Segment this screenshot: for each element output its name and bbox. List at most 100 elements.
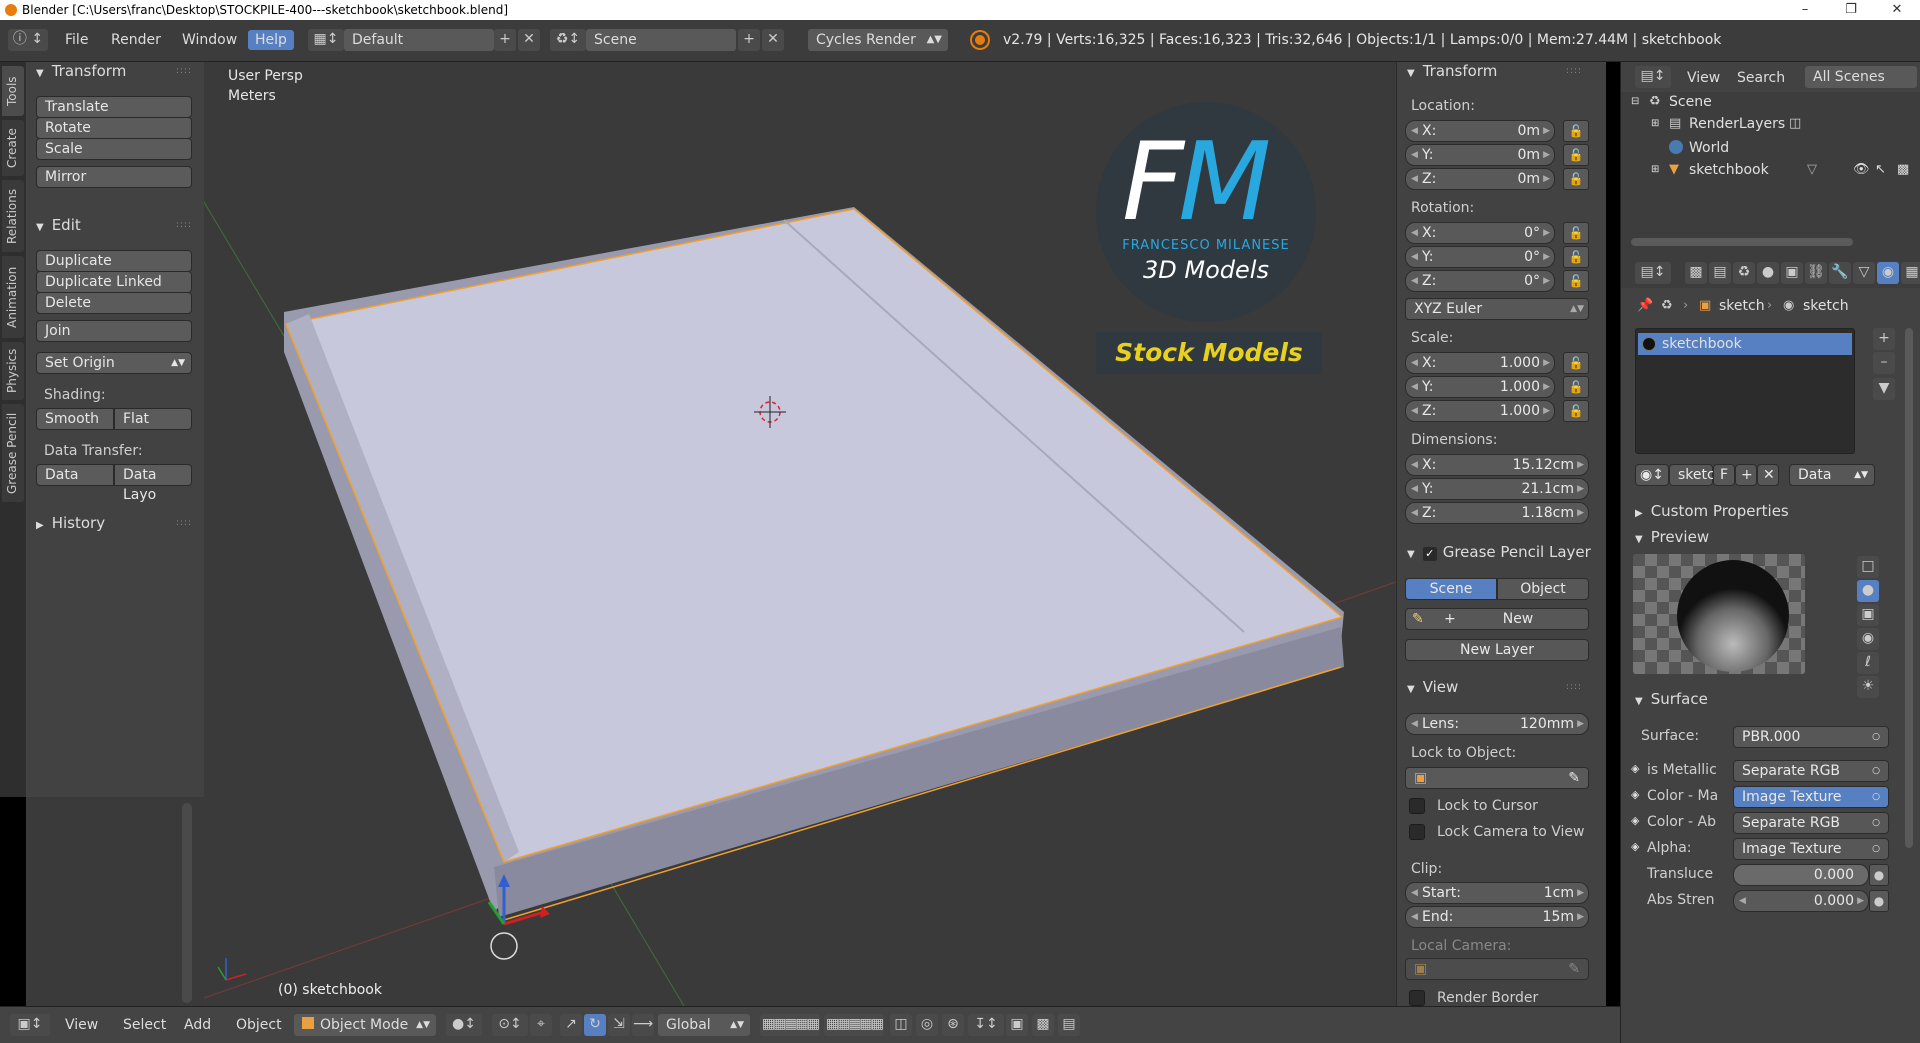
scene-icon[interactable]: ♻↕ <box>550 29 586 51</box>
scale-y-field[interactable]: ◀ Y: 1.000 ▶ <box>1405 376 1555 398</box>
outliner-editor-icon[interactable]: ▤↕ <box>1635 66 1671 88</box>
decrement-arrow-icon[interactable]: ◀ <box>1411 455 1418 475</box>
n-transform-header[interactable]: ▼ Transform <box>1407 62 1497 80</box>
eyedropper-icon[interactable]: ✎ <box>1568 768 1580 788</box>
data-transfer-button[interactable]: Data <box>36 464 114 486</box>
menu-file[interactable]: File <box>65 32 88 48</box>
proportional-edit-icon[interactable]: ◎ <box>916 1014 938 1036</box>
snap-element-icon[interactable]: ↧↕ <box>968 1014 1004 1036</box>
increment-arrow-icon[interactable]: ▶ <box>1577 455 1584 475</box>
increment-arrow-icon[interactable]: ▶ <box>1543 377 1550 397</box>
menu-object[interactable]: Object <box>236 1017 282 1033</box>
breadcrumb-object[interactable]: sketch <box>1719 298 1765 314</box>
panel-grip-icon[interactable]: :::: <box>1566 682 1582 692</box>
add-scene-icon[interactable]: + <box>738 29 760 51</box>
new-material-icon[interactable]: + <box>1735 464 1757 486</box>
increment-arrow-icon[interactable]: ▶ <box>1543 271 1550 291</box>
link-socket-icon[interactable]: ● <box>1869 864 1889 886</box>
screen-layout-icon[interactable]: ▦↕ <box>308 29 344 51</box>
rotation-mode-select[interactable]: XYZ Euler ▲▼ <box>1405 298 1589 320</box>
transform-panel-header[interactable]: ▼ Transform <box>36 62 126 80</box>
flat-button[interactable]: Flat <box>114 408 192 430</box>
properties-editor-icon[interactable]: ▤↕ <box>1635 262 1671 284</box>
scale-x-field[interactable]: ◀ X: 1.000 ▶ <box>1405 352 1555 374</box>
tab-physics[interactable]: Physics <box>2 342 24 400</box>
maximize-button[interactable]: ❐ <box>1828 0 1874 20</box>
decrement-arrow-icon[interactable]: ◀ <box>1411 883 1418 903</box>
dimensions-y-field[interactable]: ◀ Y: 21.1cm ▶ <box>1405 478 1589 500</box>
material-browse-icon[interactable]: ◉↕ <box>1635 464 1669 486</box>
location-x-field[interactable]: ◀ X: 0m ▶ <box>1405 120 1555 142</box>
grease-pencil-header[interactable]: ▼ ✓ Grease Pencil Layer <box>1407 543 1591 561</box>
fake-user-button[interactable]: F <box>1713 464 1735 486</box>
render-layers-tab-icon[interactable]: ▤ <box>1709 262 1731 284</box>
snap-icon[interactable]: ⊛ <box>942 1014 964 1036</box>
increment-arrow-icon[interactable]: ▶ <box>1577 907 1584 927</box>
decrement-arrow-icon[interactable]: ◀ <box>1411 169 1418 189</box>
outliner-filter-select[interactable]: All Scenes <box>1805 66 1917 88</box>
lock-to-cursor-checkbox[interactable] <box>1409 798 1425 814</box>
lock-icon[interactable]: 🔓 <box>1563 400 1589 422</box>
preview-sky-icon[interactable]: ☀ <box>1857 676 1879 698</box>
lock-to-object-field[interactable]: ▣ ✎ <box>1405 767 1589 789</box>
link-socket-icon[interactable]: ● <box>1869 890 1889 912</box>
expand-input-icon[interactable]: ◈ <box>1631 762 1639 775</box>
input-link-color-ab[interactable]: Separate RGB ○ <box>1733 812 1889 834</box>
increment-arrow-icon[interactable]: ▶ <box>1543 145 1550 165</box>
menu-select[interactable]: Select <box>123 1017 166 1033</box>
preview-flat-icon[interactable]: □ <box>1857 556 1879 578</box>
tab-animation[interactable]: Animation <box>2 256 24 338</box>
increment-arrow-icon[interactable]: ▶ <box>1577 714 1584 734</box>
increment-arrow-icon[interactable]: ▶ <box>1543 247 1550 267</box>
pin-icon[interactable]: 📌 <box>1637 298 1653 313</box>
preview-monkey-icon[interactable]: ◉ <box>1857 628 1879 650</box>
lock-icon[interactable]: 🔓 <box>1563 168 1589 190</box>
screen-layout-field[interactable]: Default <box>344 29 494 51</box>
data-tab-icon[interactable]: ▽ <box>1853 262 1875 284</box>
outliner-item-sketchbook[interactable]: sketchbook <box>1689 162 1769 178</box>
menu-add[interactable]: Add <box>184 1017 211 1033</box>
translucency-field[interactable]: 0.000 <box>1733 864 1869 886</box>
join-button[interactable]: Join <box>36 320 192 342</box>
menu-view[interactable]: View <box>65 1017 98 1033</box>
view-panel-header[interactable]: ▼ View <box>1407 678 1458 696</box>
scale-button[interactable]: Scale <box>36 138 192 160</box>
decrement-arrow-icon[interactable]: ◀ <box>1411 401 1418 421</box>
mesh-data-icon[interactable]: ▽ <box>1807 162 1817 177</box>
editor-type-3d-icon[interactable]: ▣↕ <box>10 1014 50 1036</box>
increment-arrow-icon[interactable]: ▶ <box>1577 503 1584 523</box>
dimensions-z-field[interactable]: ◀ Z: 1.18cm ▶ <box>1405 502 1589 524</box>
location-z-field[interactable]: ◀ Z: 0m ▶ <box>1405 168 1555 190</box>
manipulator-toggle-icon[interactable]: ⌖ <box>530 1014 552 1036</box>
surface-header[interactable]: ▼ Surface <box>1635 690 1708 708</box>
breadcrumb-material[interactable]: sketch <box>1803 298 1849 314</box>
input-link-alpha[interactable]: Image Texture ○ <box>1733 838 1889 860</box>
snap-target-icon[interactable]: ▣ <box>1006 1014 1028 1036</box>
render-tab-icon[interactable]: ▩ <box>1685 262 1707 284</box>
increment-arrow-icon[interactable]: ▶ <box>1543 401 1550 421</box>
tab-tools[interactable]: Tools <box>2 66 24 116</box>
tab-create[interactable]: Create <box>2 120 24 176</box>
lock-icon[interactable]: 🔓 <box>1563 246 1589 268</box>
world-tab-icon[interactable]: ● <box>1757 262 1779 284</box>
decrement-arrow-icon[interactable]: ◀ <box>1411 479 1418 499</box>
rotate-button[interactable]: Rotate <box>36 117 192 139</box>
outliner-menu-view[interactable]: View <box>1687 70 1720 86</box>
decrement-arrow-icon[interactable]: ◀ <box>1411 353 1418 373</box>
rotation-x-field[interactable]: ◀ X: 0° ▶ <box>1405 222 1555 244</box>
decrement-arrow-icon[interactable]: ◀ <box>1739 891 1746 911</box>
collapse-triangle-icon[interactable]: ⊟ <box>1631 96 1639 107</box>
location-y-field[interactable]: ◀ Y: 0m ▶ <box>1405 144 1555 166</box>
decrement-arrow-icon[interactable]: ◀ <box>1411 145 1418 165</box>
decrement-arrow-icon[interactable]: ◀ <box>1411 247 1418 267</box>
interaction-mode-select[interactable]: Object Mode ▲▼ <box>294 1014 436 1036</box>
decrement-arrow-icon[interactable]: ◀ <box>1411 121 1418 141</box>
expand-input-icon[interactable]: ◈ <box>1631 788 1639 801</box>
decrement-arrow-icon[interactable]: ◀ <box>1411 503 1418 523</box>
decrement-arrow-icon[interactable]: ◀ <box>1411 271 1418 291</box>
input-link-metallic[interactable]: Separate RGB ○ <box>1733 760 1889 782</box>
render-camera-icon[interactable]: ▩ <box>1032 1014 1054 1036</box>
scene-field[interactable]: Scene <box>586 29 736 51</box>
menu-help[interactable]: Help <box>248 30 294 50</box>
outliner-scrollbar[interactable] <box>1631 238 1853 246</box>
